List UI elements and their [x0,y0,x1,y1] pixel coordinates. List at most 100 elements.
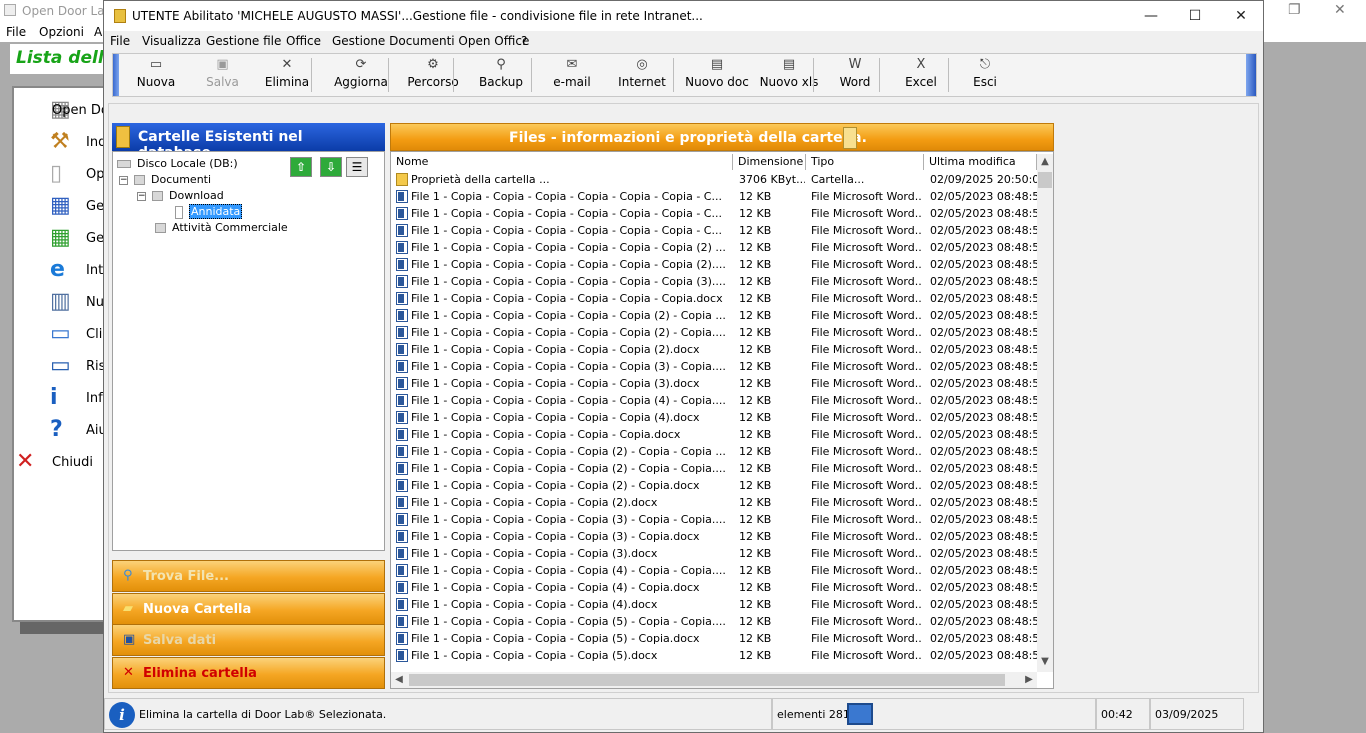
table-row[interactable]: File 1 - Copia - Copia - Copia - Copia (… [391,477,1037,494]
table-row[interactable]: File 1 - Copia - Copia - Copia - Copia (… [391,579,1037,596]
background-item-label[interactable]: Chiudi [52,455,93,470]
new-folder-button[interactable]: ▰ Nuova Cartella [112,593,385,625]
excel-button[interactable]: X Excel [891,56,951,94]
maximize-button[interactable]: ☐ [1172,1,1218,31]
table-row[interactable]: File 1 - Copia - Copia - Copia - Copia (… [391,443,1037,460]
close-icon[interactable]: ✕ [1334,2,1346,18]
table-row[interactable]: File 1 - Copia - Copia - Copia - Copia -… [391,324,1037,341]
nuovo-xls-button[interactable]: ▤ Nuovo xls [753,56,825,94]
tree-node[interactable]: − Documenti [119,173,211,186]
menu-office[interactable]: Office [286,34,321,48]
aggiorna-button[interactable]: ⟳ Aggiorna [326,56,396,94]
background-item-label[interactable]: Int [86,263,103,278]
table-row[interactable]: File 1 - Copia - Copia - Copia - Copia -… [391,392,1037,409]
table-row[interactable]: File 1 - Copia - Copia - Copia - Copia -… [391,426,1037,443]
save-data-button[interactable]: ▣ Salva dati [112,624,385,656]
monitor-icon[interactable]: ▭ [50,320,80,348]
table-row[interactable]: File 1 - Copia - Copia - Copia - Copia (… [391,613,1037,630]
column-name[interactable]: Nome [391,154,733,170]
collapse-icon[interactable]: − [119,175,128,185]
vertical-scrollbar[interactable]: ▲ ▼ [1037,154,1053,672]
menu-visualizza[interactable]: Visualizza [142,34,201,48]
help-icon[interactable]: ? [50,416,80,444]
calendar-icon[interactable]: ▦ [50,192,80,220]
vertical-scroll-thumb[interactable] [1038,172,1052,188]
table-row[interactable]: File 1 - Copia - Copia - Copia - Copia (… [391,596,1037,613]
internet-button[interactable]: ◎ Internet [611,56,673,94]
column-modified[interactable]: Ultima modifica [924,154,1037,170]
column-size[interactable]: Dimensione [733,154,806,170]
file-list[interactable]: Nome Dimensione Tipo Ultima modifica Pro… [390,151,1054,689]
background-item-label[interactable]: Inf [86,391,103,406]
table-row[interactable]: File 1 - Copia - Copia - Copia - Copia (… [391,545,1037,562]
calendar-bug-icon[interactable]: ▦ [50,224,80,252]
table-row[interactable]: File 1 - Copia - Copia - Copia - Copia (… [391,630,1037,647]
table-row[interactable]: File 1 - Copia - Copia - Copia - Copia -… [391,256,1037,273]
menu-open-office[interactable]: Gestione Documenti Open Office [332,34,529,48]
network-monitor-icon[interactable]: ▭ [50,352,80,380]
word-button[interactable]: W Word [825,56,885,94]
toolbar-grip[interactable] [113,54,119,96]
table-row[interactable]: File 1 - Copia - Copia - Copia - Copia -… [391,290,1037,307]
move-up-button[interactable]: ⇧ [290,157,312,177]
table-row[interactable]: File 1 - Copia - Copia - Copia - Copia -… [391,375,1037,392]
column-type[interactable]: Tipo [806,154,924,170]
minimize-button[interactable]: — [1128,1,1174,31]
scroll-right-icon[interactable]: ▶ [1021,672,1037,688]
table-row[interactable]: File 1 - Copia - Copia - Copia - Copia -… [391,358,1037,375]
tree-node[interactable]: Attività Commerciale [155,221,288,234]
table-row[interactable]: File 1 - Copia - Copia - Copia - Copia -… [391,205,1037,222]
background-item-label[interactable]: Op [86,167,104,182]
table-row[interactable]: File 1 - Copia - Copia - Copia - Copia -… [391,409,1037,426]
e-mail-button[interactable]: ✉ e-mail [541,56,603,94]
document-icon[interactable]: ▯ [50,160,80,188]
close-red-icon[interactable]: ✕ [16,448,46,476]
background-item-label[interactable]: Ge [86,231,104,246]
scroll-up-icon[interactable]: ▲ [1037,154,1053,170]
table-row[interactable]: File 1 - Copia - Copia - Copia - Copia (… [391,647,1037,664]
horizontal-scroll-thumb[interactable] [409,674,1005,686]
bg-menu-file[interactable]: File [6,25,26,39]
table-row[interactable]: File 1 - Copia - Copia - Copia - Copia (… [391,494,1037,511]
bg-menu-a[interactable]: A [94,25,102,39]
background-item-label[interactable]: Cli [86,327,102,342]
table-row[interactable]: File 1 - Copia - Copia - Copia - Copia (… [391,460,1037,477]
move-down-button[interactable]: ⇩ [320,157,342,177]
elimina-button[interactable]: ✕ Elimina [256,56,318,94]
tools-icon[interactable]: ⚒ [50,128,80,156]
scroll-down-icon[interactable]: ▼ [1037,654,1053,670]
table-row[interactable]: File 1 - Copia - Copia - Copia - Copia -… [391,273,1037,290]
nuova-button[interactable]: ▭ Nuova [125,56,187,94]
close-button[interactable]: ✕ [1218,1,1264,31]
buildings-icon[interactable]: ▥ [50,288,80,316]
restore-icon[interactable]: ❐ [1288,2,1301,18]
scroll-left-icon[interactable]: ◀ [391,672,407,688]
table-row[interactable]: File 1 - Copia - Copia - Copia - Copia (… [391,528,1037,545]
delete-folder-button[interactable]: ✕ Elimina cartella [112,657,385,689]
table-row[interactable]: File 1 - Copia - Copia - Copia - Copia -… [391,307,1037,324]
collapse-icon[interactable]: − [137,191,146,201]
menu-file[interactable]: File [110,34,130,48]
folder-tree[interactable]: Disco Locale (DB:) − Documenti − Download Ann… [112,151,385,551]
table-row[interactable]: File 1 - Copia - Copia - Copia - Copia -… [391,222,1037,239]
menu-help[interactable]: ? [521,34,527,48]
tree-node[interactable]: Annidata [175,204,243,219]
tree-node[interactable]: − Download [137,189,224,202]
table-row[interactable]: File 1 - Copia - Copia - Copia - Copia (… [391,511,1037,528]
menu-gestione-file[interactable]: Gestione file [206,34,281,48]
percorso-button[interactable]: ⚙ Percorso [398,56,468,94]
table-row[interactable]: File 1 - Copia - Copia - Copia - Copia (… [391,562,1037,579]
tree-view-button[interactable]: ☰ [346,157,368,177]
info-icon[interactable]: i [50,384,80,412]
background-item-label[interactable]: Open Do [52,103,109,118]
table-row[interactable]: File 1 - Copia - Copia - Copia - Copia -… [391,239,1037,256]
internet-explorer-icon[interactable]: e [50,256,80,284]
backup-button[interactable]: ⚲ Backup [470,56,532,94]
salva-button[interactable]: ▣ Salva [195,56,250,94]
horizontal-scrollbar[interactable]: ◀ ▶ [391,672,1037,688]
find-file-button[interactable]: ⚲ Trova File... [112,560,385,592]
background-item-label[interactable]: Nu [86,295,104,310]
table-row[interactable]: File 1 - Copia - Copia - Copia - Copia -… [391,341,1037,358]
esci-button[interactable]: ⎋ Esci [955,56,1015,94]
tree-node[interactable]: Disco Locale (DB:) [117,157,238,170]
